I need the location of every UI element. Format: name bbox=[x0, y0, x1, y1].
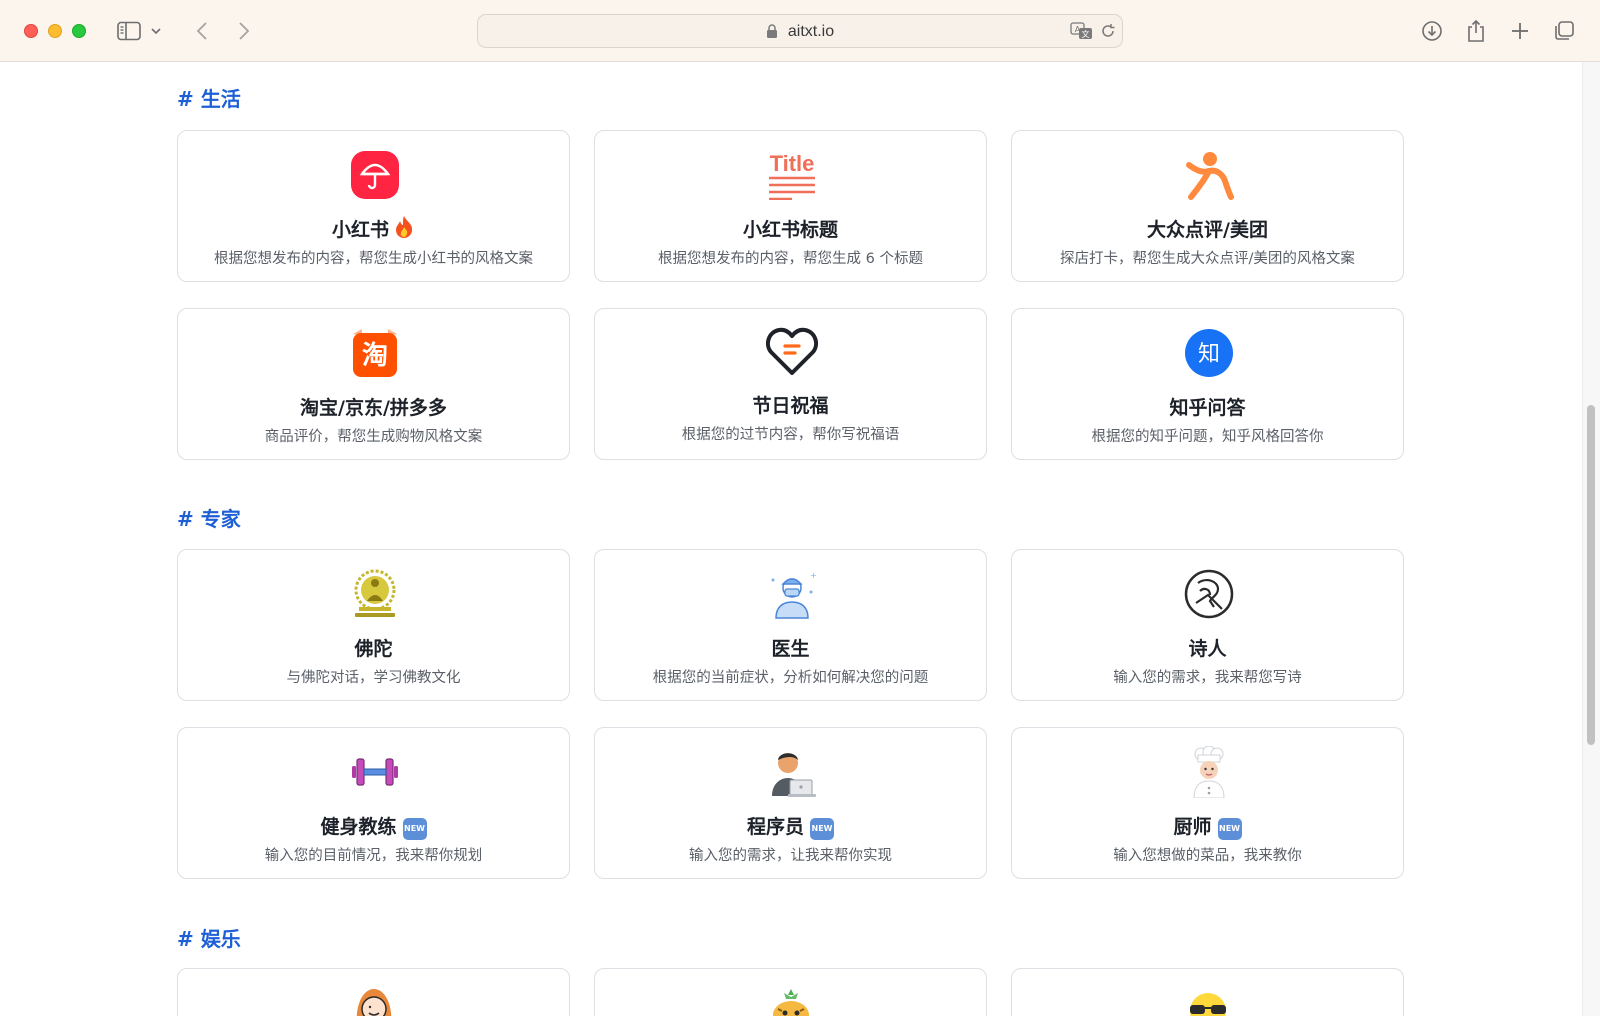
card-description: 根据您想发布的内容，帮您生成小红书的风格文案 bbox=[214, 251, 533, 267]
card-description: 输入您的目前情况，我来帮你规划 bbox=[264, 848, 483, 864]
back-arrow-icon[interactable] bbox=[188, 17, 216, 45]
card-buddha[interactable]: 佛陀 与佛陀对话，学习佛教文化 bbox=[177, 549, 570, 701]
card-programmer[interactable]: 程序员 NEW 输入您的需求，让我来帮你实现 bbox=[594, 727, 987, 879]
card-fitness-coach[interactable]: 健身教练 NEW 输入您的目前情况，我来帮你规划 bbox=[177, 727, 570, 879]
page-scrollbar-thumb[interactable] bbox=[1587, 405, 1595, 745]
sidebar-toggle-icon[interactable] bbox=[115, 17, 143, 45]
taobao-icon: 淘 bbox=[349, 327, 401, 379]
xiaohongshu-umbrella-icon bbox=[349, 149, 401, 201]
svg-text:知: 知 bbox=[1198, 342, 1220, 367]
card-title: 小红书标题 bbox=[742, 219, 838, 241]
svg-text:淘: 淘 bbox=[362, 341, 388, 371]
tab-overview-icon[interactable] bbox=[1550, 17, 1578, 45]
sunglasses-face-icon bbox=[1183, 985, 1233, 1016]
card-title: 小红书 bbox=[331, 219, 389, 241]
share-icon[interactable] bbox=[1462, 17, 1490, 45]
heart-icon bbox=[766, 325, 818, 377]
card-description: 探店打卡，帮您生成大众点评/美团的风格文案 bbox=[1060, 251, 1355, 267]
svg-text:A: A bbox=[1075, 25, 1081, 34]
zhihu-icon: 知 bbox=[1183, 327, 1235, 379]
card-xiaohongshu[interactable]: 小红书 根据您想发布的内容，帮您生成小红书的风格文案 bbox=[177, 130, 570, 282]
svg-text:Title: Title bbox=[770, 151, 815, 176]
minimize-window-button[interactable] bbox=[48, 24, 62, 38]
new-badge: NEW bbox=[810, 818, 834, 840]
card-title: 淘宝/京东/拼多多 bbox=[300, 397, 447, 419]
buddha-icon bbox=[349, 568, 401, 620]
card-xiaohongshu-title[interactable]: Title 小红书标题 根据您想发布的内容，帮您生成 6 个标题 bbox=[594, 130, 987, 282]
card-title: 厨师 bbox=[1173, 816, 1212, 838]
card-zhihu[interactable]: 知 知乎问答 根据您的知乎问题，知乎风格回答你 bbox=[1011, 308, 1404, 460]
card-title: 节日祝福 bbox=[752, 395, 829, 417]
reload-icon[interactable] bbox=[1100, 23, 1116, 39]
new-tab-icon[interactable] bbox=[1506, 17, 1534, 45]
browser-toolbar: aitxt.io A文 bbox=[0, 0, 1600, 62]
zoom-window-button[interactable] bbox=[72, 24, 86, 38]
card-title: 程序员 bbox=[746, 816, 804, 838]
card-entertainment-2[interactable] bbox=[594, 968, 987, 1016]
svg-text:文: 文 bbox=[1082, 29, 1090, 39]
card-dianping-meituan[interactable]: 大众点评/美团 探店打卡，帮您生成大众点评/美团的风格文案 bbox=[1011, 130, 1404, 282]
card-description: 根据您想发布的内容，帮您生成 6 个标题 bbox=[658, 251, 923, 267]
download-icon[interactable] bbox=[1418, 17, 1446, 45]
close-window-button[interactable] bbox=[24, 24, 38, 38]
new-badge: NEW bbox=[402, 818, 427, 840]
card-entertainment-3[interactable] bbox=[1011, 968, 1404, 1016]
forward-arrow-icon[interactable] bbox=[230, 17, 258, 45]
poet-icon bbox=[1183, 568, 1235, 620]
card-chef[interactable]: 厨师 NEW 输入您想做的菜品，我来教你 bbox=[1011, 727, 1404, 879]
dumbbell-icon bbox=[349, 746, 401, 798]
chevron-down-icon[interactable] bbox=[147, 17, 165, 45]
card-title: 知乎问答 bbox=[1169, 397, 1246, 419]
card-entertainment-1[interactable] bbox=[177, 968, 570, 1016]
doctor-icon: + bbox=[766, 568, 818, 620]
new-badge: NEW bbox=[1217, 818, 1242, 840]
title-icon: Title bbox=[766, 149, 818, 201]
section-title-life: # 生活 bbox=[177, 87, 241, 111]
card-taobao-jd-pdd[interactable]: 淘 淘宝/京东/拼多多 商品评价，帮您生成购物风格文案 bbox=[177, 308, 570, 460]
tiger-icon bbox=[766, 985, 816, 1016]
programmer-icon bbox=[766, 746, 818, 798]
card-description: 根据您的知乎问题，知乎风格回答你 bbox=[1091, 429, 1324, 445]
card-title: 医生 bbox=[771, 638, 810, 660]
card-title: 大众点评/美团 bbox=[1147, 219, 1268, 241]
translate-icon[interactable]: A文 bbox=[1070, 22, 1094, 40]
card-description: 根据您的当前症状，分析如何解决您的问题 bbox=[652, 670, 929, 686]
card-description: 商品评价，帮您生成购物风格文案 bbox=[264, 429, 483, 445]
card-doctor[interactable]: + 医生 根据您的当前症状，分析如何解决您的问题 bbox=[594, 549, 987, 701]
url-text: aitxt.io bbox=[787, 23, 835, 40]
card-title: 诗人 bbox=[1188, 638, 1227, 660]
svg-text:+: + bbox=[810, 571, 817, 580]
fire-icon bbox=[393, 215, 415, 244]
card-poet[interactable]: 诗人 输入您的需求，我来帮您写诗 bbox=[1011, 549, 1404, 701]
card-description: 根据您的过节内容，帮你写祝福语 bbox=[681, 427, 900, 443]
chef-icon bbox=[1183, 746, 1235, 798]
card-description: 输入您的需求，让我来帮你实现 bbox=[689, 848, 892, 864]
card-title: 佛陀 bbox=[354, 638, 393, 660]
section-title-experts: # 专家 bbox=[177, 507, 241, 531]
dianping-person-icon bbox=[1183, 149, 1235, 201]
section-title-entertainment: # 娱乐 bbox=[177, 927, 241, 951]
card-description: 输入您想做的菜品，我来教你 bbox=[1113, 848, 1302, 864]
card-title: 健身教练 bbox=[320, 816, 397, 838]
card-holiday-wishes[interactable]: 节日祝福 根据您的过节内容，帮你写祝福语 bbox=[594, 308, 987, 460]
address-bar[interactable]: aitxt.io A文 bbox=[477, 14, 1123, 48]
card-description: 输入您的需求，我来帮您写诗 bbox=[1113, 670, 1302, 686]
girl-avatar-icon bbox=[349, 985, 399, 1016]
card-description: 与佛陀对话，学习佛教文化 bbox=[286, 670, 461, 686]
